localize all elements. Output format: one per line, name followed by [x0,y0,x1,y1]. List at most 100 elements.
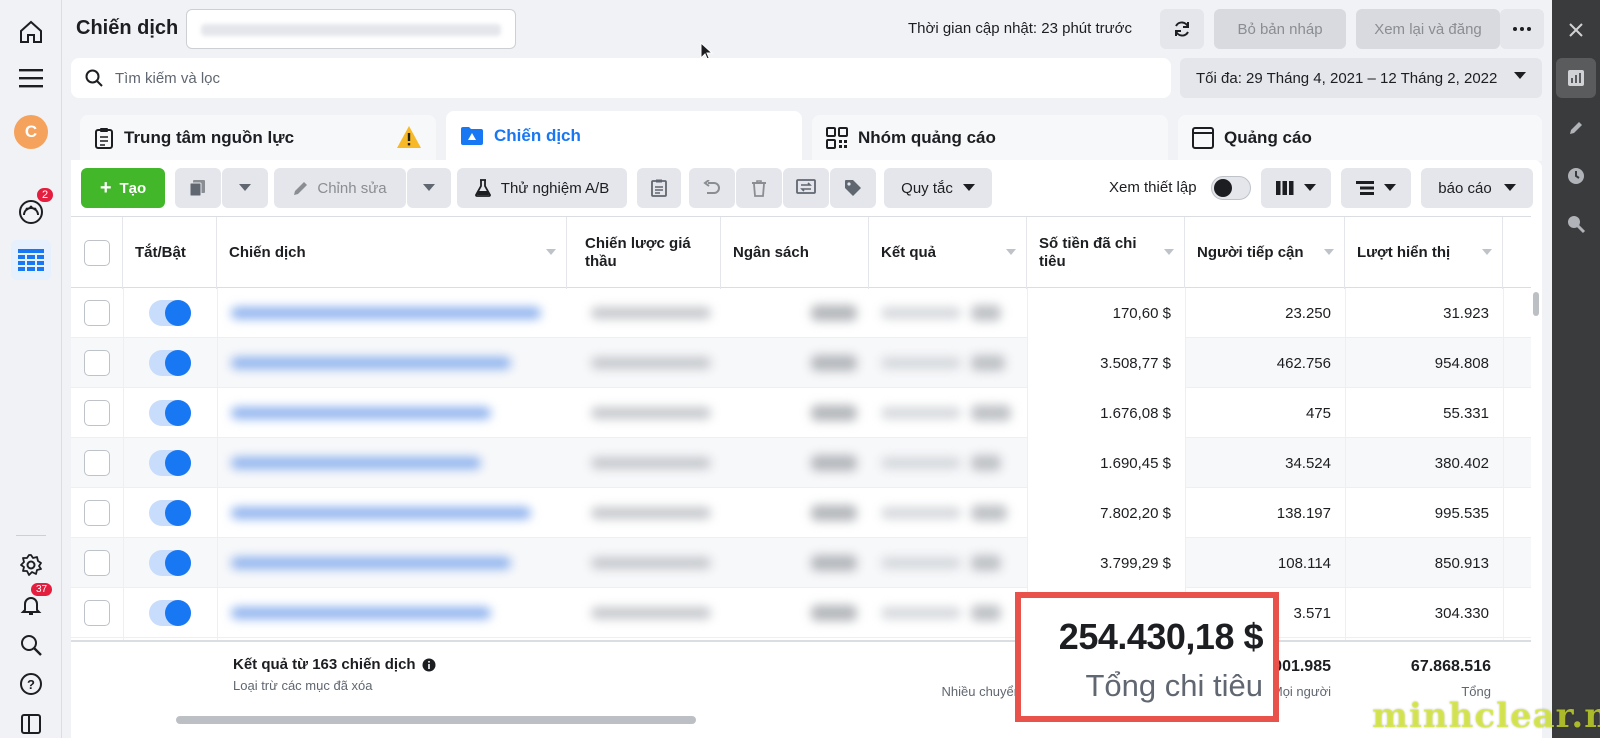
campaign-name-redacted[interactable] [231,457,481,469]
table-row[interactable]: 170,60 $ 23.250 31.923 [71,288,1531,338]
bell-icon[interactable]: 37 [11,581,55,625]
column-divider [1345,288,1346,640]
breakdown-button[interactable] [1341,168,1411,208]
toggle-knob [1214,179,1232,197]
campaign-name-redacted[interactable] [231,607,491,619]
tab-campaigns[interactable]: Chiến dịch [446,111,802,161]
campaign-name-redacted[interactable] [231,357,511,369]
clipboard-button[interactable] [637,168,681,208]
info-icon[interactable] [422,658,436,672]
chart-icon[interactable] [1556,58,1596,98]
select-all-checkbox[interactable] [83,240,110,266]
duplicate-button[interactable] [175,168,221,208]
row-toggle-cell [149,538,193,588]
column-budget[interactable]: Ngân sách [721,217,869,289]
row-checkbox[interactable] [84,300,110,326]
duplicate-icon [189,180,205,197]
pencil-icon[interactable] [1556,108,1596,148]
clock-icon[interactable] [1556,156,1596,196]
column-results[interactable]: Kết quả [869,217,1027,289]
gear-icon[interactable] [11,545,51,585]
home-icon[interactable] [11,12,51,52]
discard-draft-button[interactable]: Bỏ bản nháp [1214,9,1346,49]
horizontal-scrollbar[interactable] [176,716,696,724]
campaign-name-redacted[interactable] [231,407,491,419]
refresh-button[interactable] [1160,9,1204,49]
account-avatar[interactable]: C [11,112,51,152]
review-publish-button[interactable]: Xem lại và đăng [1356,9,1500,49]
avatar: C [14,115,48,149]
chevron-down-icon [1384,184,1396,191]
row-checkbox-cell [84,288,110,338]
column-bid-strategy[interactable]: Chiến lược giá thầu [573,217,721,289]
campaign-name-field[interactable] [186,9,516,49]
vertical-scrollbar[interactable] [1533,292,1539,316]
campaign-toggle[interactable] [149,450,191,476]
more-options-button[interactable] [1500,9,1544,49]
campaign-name-redacted[interactable] [231,507,531,519]
edit-dropdown-button[interactable] [407,168,451,208]
campaign-toggle[interactable] [149,400,191,426]
help-icon[interactable]: ? [11,664,51,704]
column-impressions[interactable]: Lượt hiển thị [1345,217,1503,289]
menu-icon[interactable] [11,58,51,98]
reach-cell: 108.114 [1277,554,1331,572]
create-button[interactable]: + Tạo [81,168,165,208]
spent-cell: 170,60 $ [1027,288,1185,338]
tab-ads[interactable]: Quảng cáo [1178,115,1542,161]
reports-dropdown[interactable]: báo cáo [1421,168,1533,208]
column-label: Chiến lược giá thầu [585,235,691,270]
rules-dropdown[interactable]: Quy tắc [884,168,992,208]
view-setup-toggle[interactable] [1211,176,1251,200]
column-reach[interactable]: Người tiếp cận [1185,217,1345,289]
row-checkbox[interactable] [84,600,110,626]
table-row[interactable]: 1.676,08 $ 475 55.331 [71,388,1531,438]
search-icon[interactable] [11,625,51,665]
ads-manager-table-icon[interactable] [11,240,51,280]
toggle-knob [165,550,191,576]
close-icon[interactable] [1556,10,1596,50]
chevron-down-icon [423,184,435,191]
table-row[interactable]: 1.690,45 $ 34.524 380.402 [71,438,1531,488]
column-amount-spent[interactable]: Số tiền đã chi tiêu [1027,217,1185,289]
table-row[interactable]: 7.802,20 $ 138.197 995.535 [71,488,1531,538]
campaign-name-redacted[interactable] [231,307,541,319]
table-row[interactable]: 3.799,29 $ 108.114 850.913 [71,538,1531,588]
notification-badge: 2 [35,186,56,204]
table-row[interactable]: 3.508,77 $ 462.756 954.808 [71,338,1531,388]
row-checkbox[interactable] [84,500,110,526]
row-checkbox[interactable] [84,550,110,576]
budget-redacted [811,555,857,571]
campaign-toggle[interactable] [149,500,191,526]
table-row[interactable]: 3.571 304.330 [71,588,1531,638]
tag-button[interactable] [830,168,876,208]
columns-button[interactable] [1261,168,1331,208]
tab-resource-center[interactable]: Trung tâm nguồn lực [80,115,436,161]
search-input[interactable]: Tìm kiếm và lọc [71,58,1171,98]
results-value-redacted [971,405,1011,421]
edit-button[interactable]: Chỉnh sửa [274,168,406,208]
column-campaign[interactable]: Chiến dịch [217,217,567,289]
results-value-redacted [971,505,1007,521]
date-range-picker[interactable]: Tối đa: 29 Tháng 4, 2021 – 12 Tháng 2, 2… [1180,58,1542,98]
dashboard-icon[interactable]: 2 [11,186,56,232]
side-panel-icon[interactable] [11,704,51,738]
campaign-name-redacted[interactable] [231,557,511,569]
row-checkbox[interactable] [84,450,110,476]
campaign-toggle[interactable] [149,600,191,626]
campaign-toggle[interactable] [149,550,191,576]
undo-button[interactable] [689,168,735,208]
campaigns-panel: + Tạo Chỉnh sửa Thử nghiệm A/B Quy tắc X… [71,160,1542,738]
campaign-toggle[interactable] [149,350,191,376]
ab-test-button[interactable]: Thử nghiệm A/B [457,168,627,208]
row-checkbox[interactable] [84,400,110,426]
zoom-inspect-icon[interactable] [1556,204,1596,244]
tab-ad-sets[interactable]: Nhóm quảng cáo [812,115,1168,161]
duplicate-dropdown-button[interactable] [222,168,268,208]
chevron-down-icon [1503,184,1516,191]
delete-button[interactable] [736,168,782,208]
compare-button[interactable] [783,168,829,208]
row-checkbox[interactable] [84,350,110,376]
spent-cell: 3.799,29 $ [1027,538,1185,588]
campaign-toggle[interactable] [149,300,191,326]
